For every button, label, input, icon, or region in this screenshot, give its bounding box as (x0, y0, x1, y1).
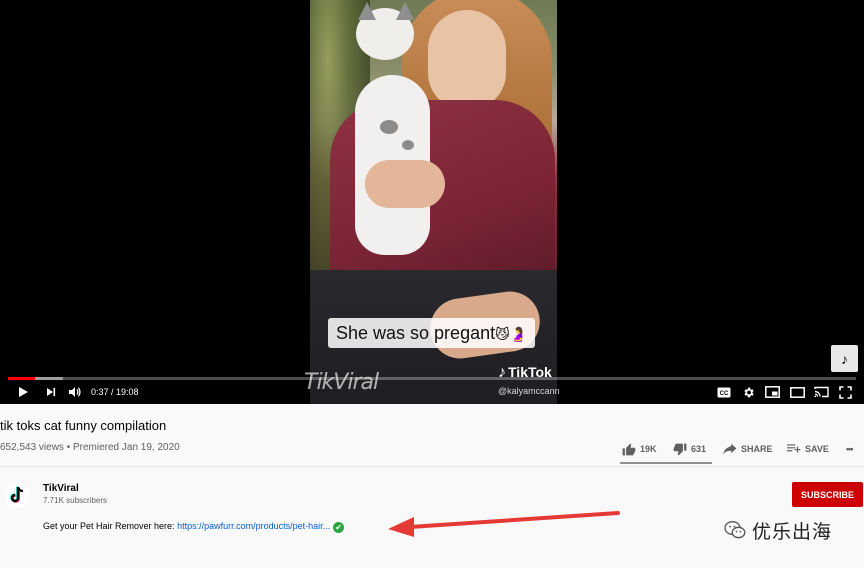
video-caption: She was so pregant😼🤰 (328, 318, 536, 348)
caption-text: She was so pregant (336, 323, 496, 343)
cast-button[interactable] (812, 383, 830, 401)
captions-button[interactable]: CC (715, 383, 733, 401)
cast-icon (813, 386, 829, 398)
settings-button[interactable] (739, 383, 757, 401)
time-display: 0:37 / 19:08 (91, 387, 139, 397)
like-count: 19K (640, 444, 657, 454)
theater-mode-icon (789, 386, 805, 398)
cat-spot (402, 140, 414, 150)
video-meta: 652,543 views • Premiered Jan 19, 2020 (0, 442, 180, 453)
cc-label: CC (720, 391, 729, 397)
annotation-arrow (388, 511, 620, 537)
miniplayer-button[interactable] (763, 383, 781, 401)
share-label: SHARE (741, 444, 773, 454)
verified-check-icon: ✔ (333, 522, 345, 533)
video-player[interactable]: She was so pregant😼🤰 TikViral ♪ TikTok @k… (0, 0, 864, 404)
subscriber-count: 7.71K subscribers (43, 496, 108, 505)
like-button[interactable]: 19K (622, 440, 657, 458)
theater-mode-button[interactable] (788, 383, 806, 401)
miniplayer-icon (764, 386, 780, 398)
wechat-watermark: 优乐出海 (724, 518, 833, 543)
fullscreen-icon (838, 385, 852, 399)
channel-avatar[interactable] (4, 482, 30, 508)
more-actions-button[interactable]: ••• (846, 440, 854, 458)
description-text: Get your Pet Hair Remover here: (43, 521, 178, 531)
fullscreen-button[interactable] (836, 383, 854, 401)
more-icon: ••• (846, 444, 854, 454)
tiktok-logo-icon (10, 486, 24, 503)
subscribe-button[interactable]: SUBSCRIBE (792, 482, 863, 507)
channel-name[interactable]: TikViral (43, 483, 79, 494)
cat-spot (380, 120, 398, 134)
volume-button[interactable] (66, 383, 84, 401)
player-controls: 0:37 / 19:08 CC (0, 380, 864, 404)
tiktok-corner-logo: ♪ (831, 345, 858, 372)
save-label: SAVE (805, 444, 829, 454)
dislike-button[interactable]: 631 (673, 440, 706, 458)
tiktok-note-icon: ♪ (841, 350, 848, 367)
save-button[interactable]: SAVE (787, 440, 829, 458)
play-icon (19, 387, 28, 397)
share-button[interactable]: SHARE (723, 440, 773, 458)
cat-ear (358, 2, 376, 20)
video-title: tik toks cat funny compilation (0, 418, 167, 433)
play-button[interactable] (14, 383, 32, 401)
next-icon (47, 388, 56, 396)
gear-icon (743, 387, 754, 397)
cat-ear (396, 2, 414, 20)
thumbs-down-icon (673, 443, 687, 455)
next-button[interactable] (42, 383, 60, 401)
description: Get your Pet Hair Remover here: https://… (43, 521, 345, 533)
wechat-icon (724, 521, 746, 539)
wechat-label: 优乐出海 (752, 520, 833, 543)
caption-emoji: 😼🤰 (495, 326, 528, 342)
closed-captions-icon: CC (717, 387, 731, 397)
product-link[interactable]: https://pawfurr.com/products/pet-hair... (177, 521, 330, 531)
dislike-count: 631 (691, 444, 707, 454)
share-icon (723, 443, 737, 455)
add-to-playlist-icon (787, 444, 801, 453)
thumbs-up-icon (622, 443, 636, 455)
section-divider (0, 466, 864, 467)
volume-icon (69, 387, 81, 397)
person-hand (365, 160, 445, 208)
person-face (428, 10, 506, 110)
like-ratio-bar (620, 462, 712, 464)
